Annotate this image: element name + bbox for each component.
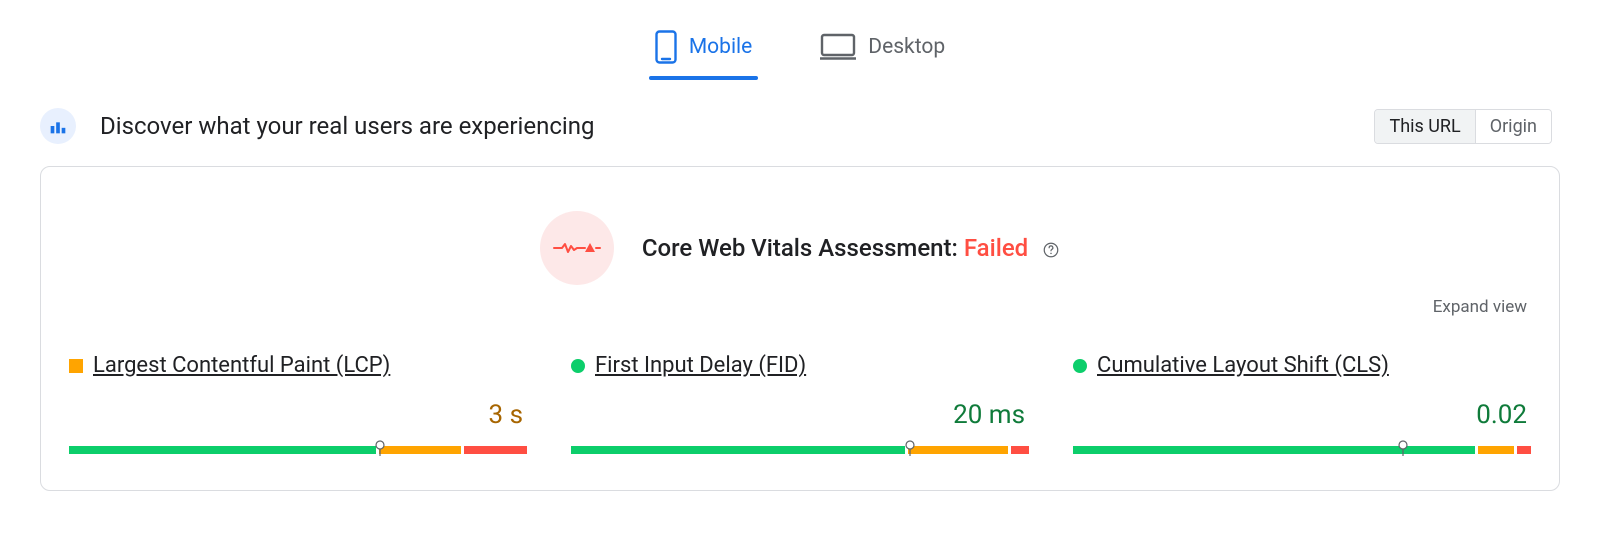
status-dot-icon [1073,359,1087,373]
assessment-status: Failed [964,234,1028,262]
section-title: Discover what your real users are experi… [100,112,594,140]
seg-red [1517,446,1531,454]
help-icon[interactable] [1042,241,1060,259]
seg-orange [908,446,1007,454]
seg-green [1073,446,1475,454]
marker-icon [1397,440,1409,456]
assessment-text: Core Web Vitals Assessment: Failed [642,234,1060,262]
pulse-icon [540,211,614,285]
tab-desktop-label: Desktop [868,35,945,59]
expand-row: Expand view [69,293,1531,317]
seg-orange [1478,446,1514,454]
seg-red [1011,446,1029,454]
metric-cls-name[interactable]: Cumulative Layout Shift (CLS) [1097,353,1389,378]
toggle-origin[interactable]: Origin [1475,110,1551,143]
metric-fid: First Input Delay (FID) 20 ms [571,353,1029,454]
toggle-this-url[interactable]: This URL [1375,110,1474,143]
mobile-icon [655,30,677,64]
metric-cls: Cumulative Layout Shift (CLS) 0.02 [1073,353,1531,454]
header-left: Discover what your real users are experi… [40,108,594,144]
status-square-icon [69,359,83,373]
metric-fid-bar [571,434,1029,454]
marker-icon [904,440,916,456]
metric-lcp-name[interactable]: Largest Contentful Paint (LCP) [93,353,390,378]
metric-fid-name[interactable]: First Input Delay (FID) [595,353,806,378]
device-tabs: Mobile Desktop [0,0,1600,80]
metric-fid-value: 20 ms [571,400,1029,430]
seg-red [464,446,527,454]
users-badge-icon [40,108,76,144]
seg-green [571,446,905,454]
seg-orange [379,446,460,454]
marker-icon [374,440,386,456]
scope-toggle: This URL Origin [1374,109,1552,144]
metrics-row: Largest Contentful Paint (LCP) 3 s First… [69,353,1531,454]
tab-mobile-label: Mobile [689,35,752,59]
metric-cls-value: 0.02 [1073,400,1531,430]
expand-view-link[interactable]: Expand view [1433,297,1527,317]
metric-lcp-bar [69,434,527,454]
metric-cls-bar [1073,434,1531,454]
assessment-label: Core Web Vitals Assessment: [642,234,958,262]
metric-lcp-value: 3 s [69,400,527,430]
tab-mobile[interactable]: Mobile [651,20,756,80]
tab-desktop[interactable]: Desktop [816,20,949,80]
desktop-icon [820,33,856,61]
seg-green [69,446,376,454]
metric-lcp: Largest Contentful Paint (LCP) 3 s [69,353,527,454]
vitals-card: Core Web Vitals Assessment: Failed Expan… [40,166,1560,491]
header-row: Discover what your real users are experi… [0,80,1600,156]
assessment-row: Core Web Vitals Assessment: Failed [69,195,1531,293]
status-dot-icon [571,359,585,373]
